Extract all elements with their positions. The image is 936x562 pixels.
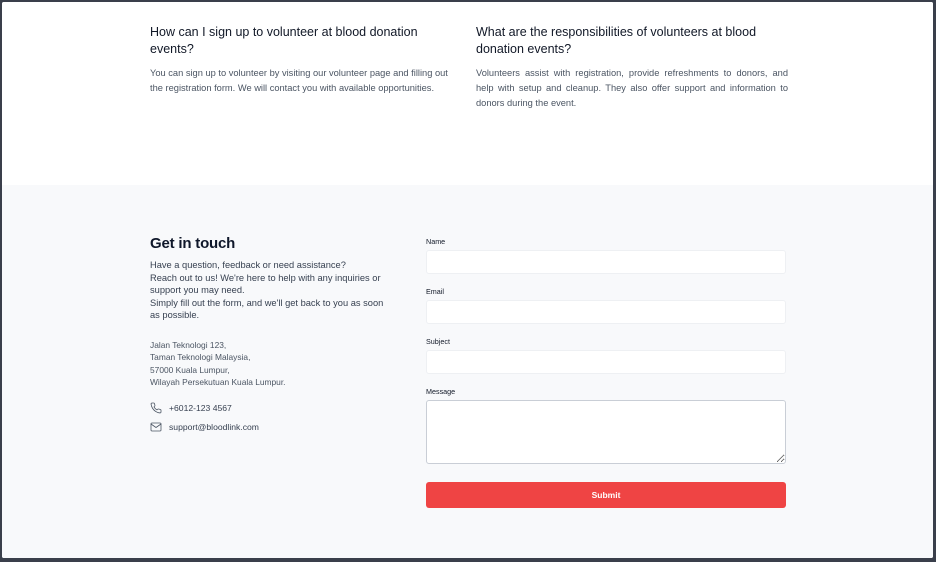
phone-icon bbox=[150, 402, 162, 414]
email-label: Email bbox=[426, 287, 444, 296]
faq-answer: Volunteers assist with registration, pro… bbox=[476, 68, 788, 108]
subject-input[interactable] bbox=[426, 350, 786, 374]
email-input[interactable] bbox=[426, 300, 786, 324]
message-field-group: Message bbox=[426, 387, 786, 469]
faq-question: How can I sign up to volunteer at blood … bbox=[150, 25, 418, 56]
address-line: Jalan Teknologi 123, bbox=[150, 339, 227, 350]
mail-icon bbox=[150, 421, 162, 433]
name-field-group: Name bbox=[426, 237, 786, 274]
address-line: 57000 Kuala Lumpur, bbox=[150, 364, 230, 375]
address-line: Wilayah Persekutuan Kuala Lumpur. bbox=[150, 377, 286, 388]
contact-info: Get in touch Have a question, feedback o… bbox=[150, 235, 385, 434]
submit-button[interactable]: Submit bbox=[426, 482, 786, 508]
faq-question: What are the responsibilities of volunte… bbox=[476, 25, 757, 56]
phone-contact[interactable]: +6012-123 4567 bbox=[150, 402, 385, 415]
intro-line: Reach out to us! We're here to help with… bbox=[150, 272, 381, 296]
email-contact[interactable]: support@bloodlink.com bbox=[150, 421, 385, 434]
email-field-group: Email bbox=[426, 287, 786, 324]
intro-line: Have a question, feedback or need assist… bbox=[150, 260, 346, 270]
faq-answer: You can sign up to volunteer by visiting… bbox=[150, 68, 448, 93]
message-textarea[interactable] bbox=[426, 400, 786, 464]
intro-line: Simply fill out the form, and we'll get … bbox=[150, 297, 384, 321]
faq-item: What are the responsibilities of volunte… bbox=[476, 24, 788, 111]
page-frame: How can I sign up to volunteer at blood … bbox=[2, 2, 933, 558]
contact-title: Get in touch bbox=[150, 235, 236, 252]
faq-section: How can I sign up to volunteer at blood … bbox=[2, 2, 933, 185]
subject-field-group: Subject bbox=[426, 337, 786, 374]
phone-number[interactable]: +6012-123 4567 bbox=[169, 403, 232, 413]
subject-label: Subject bbox=[426, 337, 450, 346]
contact-section: Get in touch Have a question, feedback o… bbox=[2, 185, 933, 558]
name-label: Name bbox=[426, 237, 446, 246]
email-address[interactable]: support@bloodlink.com bbox=[169, 422, 259, 432]
name-input[interactable] bbox=[426, 250, 786, 274]
contact-intro: Have a question, feedback or need assist… bbox=[150, 259, 385, 322]
contact-form: Name Email Subject Message Submit bbox=[426, 237, 786, 508]
faq-item: How can I sign up to volunteer at blood … bbox=[150, 24, 462, 96]
message-label: Message bbox=[426, 387, 456, 396]
address-line: Taman Teknologi Malaysia, bbox=[150, 352, 251, 363]
address-block: Jalan Teknologi 123, Taman Teknologi Mal… bbox=[150, 339, 385, 389]
